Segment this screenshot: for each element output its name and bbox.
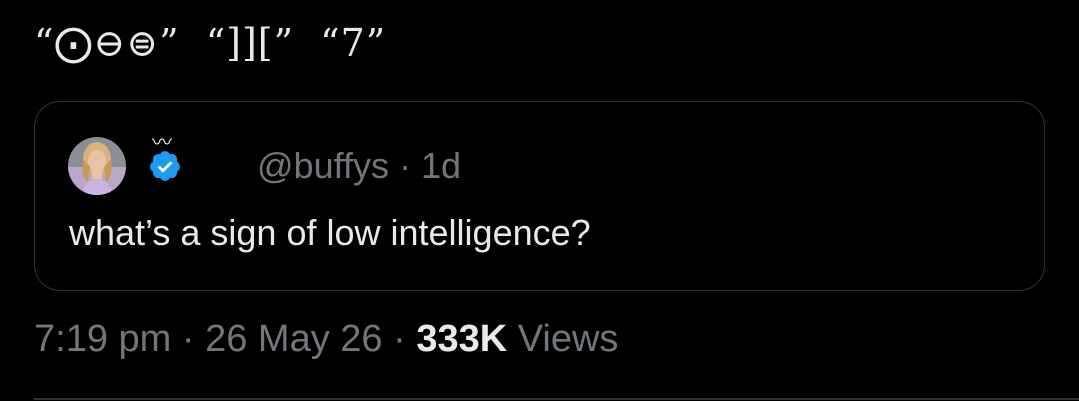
tweet-text: “⨀⊖⊜” “]][” “7”	[34, 21, 387, 65]
time-ago[interactable]: 1d	[421, 145, 461, 186]
views-label[interactable]: Views	[507, 318, 619, 360]
tilde-icon: 〰	[152, 130, 172, 154]
tweet-time[interactable]: 7:19 pm	[34, 318, 171, 360]
quoted-handle[interactable]: @buffys · 1d	[197, 103, 461, 229]
views-count[interactable]: 333K	[416, 318, 507, 360]
meta-separator: ·	[382, 318, 417, 360]
avatar-photo-icon	[68, 137, 126, 195]
handle-separator: ·	[388, 145, 421, 186]
avatar[interactable]	[68, 137, 126, 195]
handle-text[interactable]: @buffys	[257, 145, 389, 186]
tweet-date[interactable]: 26 May 26	[205, 318, 382, 360]
meta-separator: ·	[171, 318, 206, 360]
quoted-tweet-card[interactable]: 〰 @buffys · 1d what’s a sign of low inte…	[34, 101, 1045, 291]
quoted-tweet-text: what’s a sign of low intelligence?	[69, 212, 591, 253]
divider	[34, 398, 1079, 400]
quoted-tweet-header: 〰 @buffys · 1d	[68, 130, 461, 196]
tweet-meta: 7:19 pm · 26 May 26 · 333K Views	[34, 318, 618, 361]
